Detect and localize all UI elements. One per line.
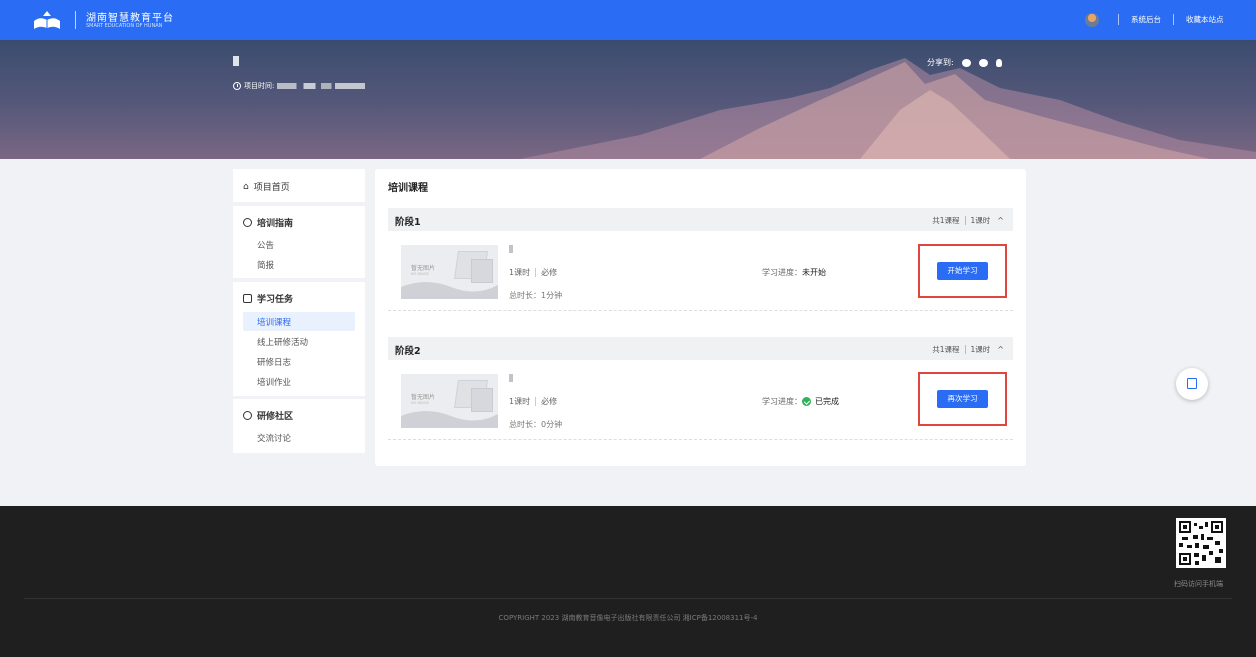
project-name-redacted — [233, 56, 239, 66]
qr-code-image — [1176, 518, 1226, 568]
community-icon — [243, 411, 252, 420]
platform-subtitle: SMART EDUCATION OF HUNAN — [86, 23, 163, 29]
sidebar-item-study-log[interactable]: 研修日志 — [257, 356, 291, 368]
course-panel: 培训课程 阶段1 共1课程 1课时 ^ 暂无图片 NO IMAGE 1课时 必修… — [375, 169, 1026, 466]
sidebar-section-title: 培训指南 — [257, 219, 294, 229]
sidebar-section-tasks: 学习任务 培训课程 线上研修活动 研修日志 培训作业 — [233, 282, 365, 396]
course-thumbnail[interactable]: 暂无图片 NO IMAGE — [401, 245, 498, 299]
bookmark-site-link[interactable]: 收藏本站点 — [1186, 14, 1224, 25]
task-list-icon — [243, 294, 252, 303]
share-bar: 分享到: — [927, 57, 1002, 68]
wechat-icon[interactable] — [961, 58, 971, 67]
platform-title: 湖南智慧教育平台 — [86, 13, 174, 24]
stage-hours: 1课时 — [970, 216, 991, 225]
stage-course-count: 共1课程 — [932, 345, 960, 354]
header-divider — [1118, 14, 1119, 25]
thumbnail-placeholder-text: 暂无图片 — [411, 265, 436, 272]
stage-course-count: 共1课程 — [932, 216, 960, 225]
share-label: 分享到: — [927, 58, 954, 67]
stage-hours: 1课时 — [970, 345, 991, 354]
project-time-label: 项目时间: — [244, 82, 275, 90]
qr-caption: 扫码访问手机端 — [1174, 580, 1223, 588]
mountain-background — [520, 58, 1256, 159]
thumbnail-placeholder-subtext: NO IMAGE — [411, 272, 429, 276]
header-divider — [1173, 14, 1174, 25]
course-type: 必修 — [541, 268, 558, 277]
platform-logo-icon[interactable] — [32, 9, 62, 31]
sidebar-item-homework[interactable]: 培训作业 — [257, 376, 291, 388]
sidebar-section-community: 研修社区 交流讨论 — [233, 399, 365, 453]
footer-divider — [24, 598, 1232, 599]
page-footer: 扫码访问手机端 COPYRIGHT 2023 湖南教育音像电子出版社有限责任公司… — [0, 506, 1256, 657]
sidebar-section-title: 学习任务 — [257, 295, 294, 305]
progress-status: 未开始 — [802, 268, 826, 277]
chevron-up-icon[interactable]: ^ — [997, 216, 1004, 225]
thumbnail-wave — [401, 411, 498, 428]
course-duration: 总时长：0分钟 — [509, 420, 563, 429]
logo-divider — [75, 11, 76, 29]
top-navbar: 湖南智慧教育平台 SMART EDUCATION OF HUNAN 系统后台 收… — [0, 0, 1256, 40]
thumbnail-wave — [401, 282, 498, 299]
sidebar-home-label: 项目首页 — [253, 183, 290, 193]
guide-icon — [243, 218, 252, 227]
sidebar-section-guide: 培训指南 公告 简报 — [233, 206, 365, 278]
qq-icon[interactable] — [995, 58, 1002, 67]
progress-label: 学习进度： — [762, 397, 802, 406]
course-info: 1课时 必修 — [509, 267, 557, 278]
course-duration: 总时长：1分钟 — [509, 291, 563, 300]
page-title: 培训课程 — [388, 183, 428, 194]
sidebar-section-title: 研修社区 — [257, 412, 294, 422]
stage-name: 阶段1 — [395, 217, 421, 228]
course-name-redacted[interactable] — [509, 374, 513, 382]
highlight-box: 再次学习 — [918, 372, 1007, 426]
project-banner: 项目时间: 分享到: — [0, 40, 1256, 159]
stage-meta: 共1课程 1课时 ^ — [932, 215, 1004, 226]
start-study-button[interactable]: 开始学习 — [937, 262, 988, 280]
course-row: 暂无图片 NO IMAGE 1课时 必修 总时长：0分钟 学习进度： 已完成 再… — [388, 360, 1013, 440]
highlight-box: 开始学习 — [918, 244, 1007, 298]
weibo-icon[interactable] — [978, 58, 988, 67]
course-type: 必修 — [541, 397, 558, 406]
floating-qr-button[interactable] — [1176, 368, 1208, 400]
course-name-redacted[interactable] — [509, 245, 513, 253]
study-again-button[interactable]: 再次学习 — [937, 390, 988, 408]
stage-name: 阶段2 — [395, 346, 421, 357]
sidebar-item-discussion[interactable]: 交流讨论 — [257, 432, 291, 444]
clock-icon — [233, 82, 241, 90]
sidebar-item-training-courses[interactable]: 培训课程 — [257, 316, 291, 328]
thumbnail-placeholder-subtext: NO IMAGE — [411, 401, 429, 405]
course-thumbnail[interactable]: 暂无图片 NO IMAGE — [401, 374, 498, 428]
project-time-redacted — [277, 83, 366, 89]
admin-backend-link[interactable]: 系统后台 — [1131, 14, 1161, 25]
user-avatar[interactable] — [1085, 13, 1099, 27]
copyright-text: COPYRIGHT 2023 湖南教育音像电子出版社有限责任公司 湘ICP备12… — [498, 614, 758, 622]
sidebar-item-home[interactable]: ⌂ 项目首页 — [233, 169, 365, 202]
chevron-up-icon[interactable]: ^ — [997, 345, 1004, 354]
stage-meta: 共1课程 1课时 ^ — [932, 344, 1004, 355]
sidebar-item-online-activities[interactable]: 线上研修活动 — [257, 336, 308, 348]
thumbnail-placeholder-text: 暂无图片 — [411, 394, 436, 401]
course-info: 1课时 必修 — [509, 396, 557, 407]
qr-code-icon — [1187, 378, 1197, 389]
course-hours: 1课时 — [509, 397, 531, 406]
course-row: 暂无图片 NO IMAGE 1课时 必修 总时长：1分钟 学习进度： 未开始 开… — [388, 231, 1013, 311]
sidebar-item-announcement[interactable]: 公告 — [257, 239, 274, 251]
course-hours: 1课时 — [509, 268, 531, 277]
progress-status: 已完成 — [815, 397, 839, 406]
course-progress: 学习进度： 已完成 — [762, 396, 839, 407]
home-icon: ⌂ — [243, 181, 249, 192]
project-time: 项目时间: — [233, 81, 366, 91]
course-progress: 学习进度： 未开始 — [762, 267, 826, 278]
stage-header[interactable]: 阶段1 共1课程 1课时 ^ — [388, 208, 1013, 231]
progress-label: 学习进度： — [762, 268, 802, 277]
sidebar-item-briefing[interactable]: 简报 — [257, 259, 274, 271]
stage-header[interactable]: 阶段2 共1课程 1课时 ^ — [388, 337, 1013, 360]
check-circle-icon — [802, 397, 811, 406]
